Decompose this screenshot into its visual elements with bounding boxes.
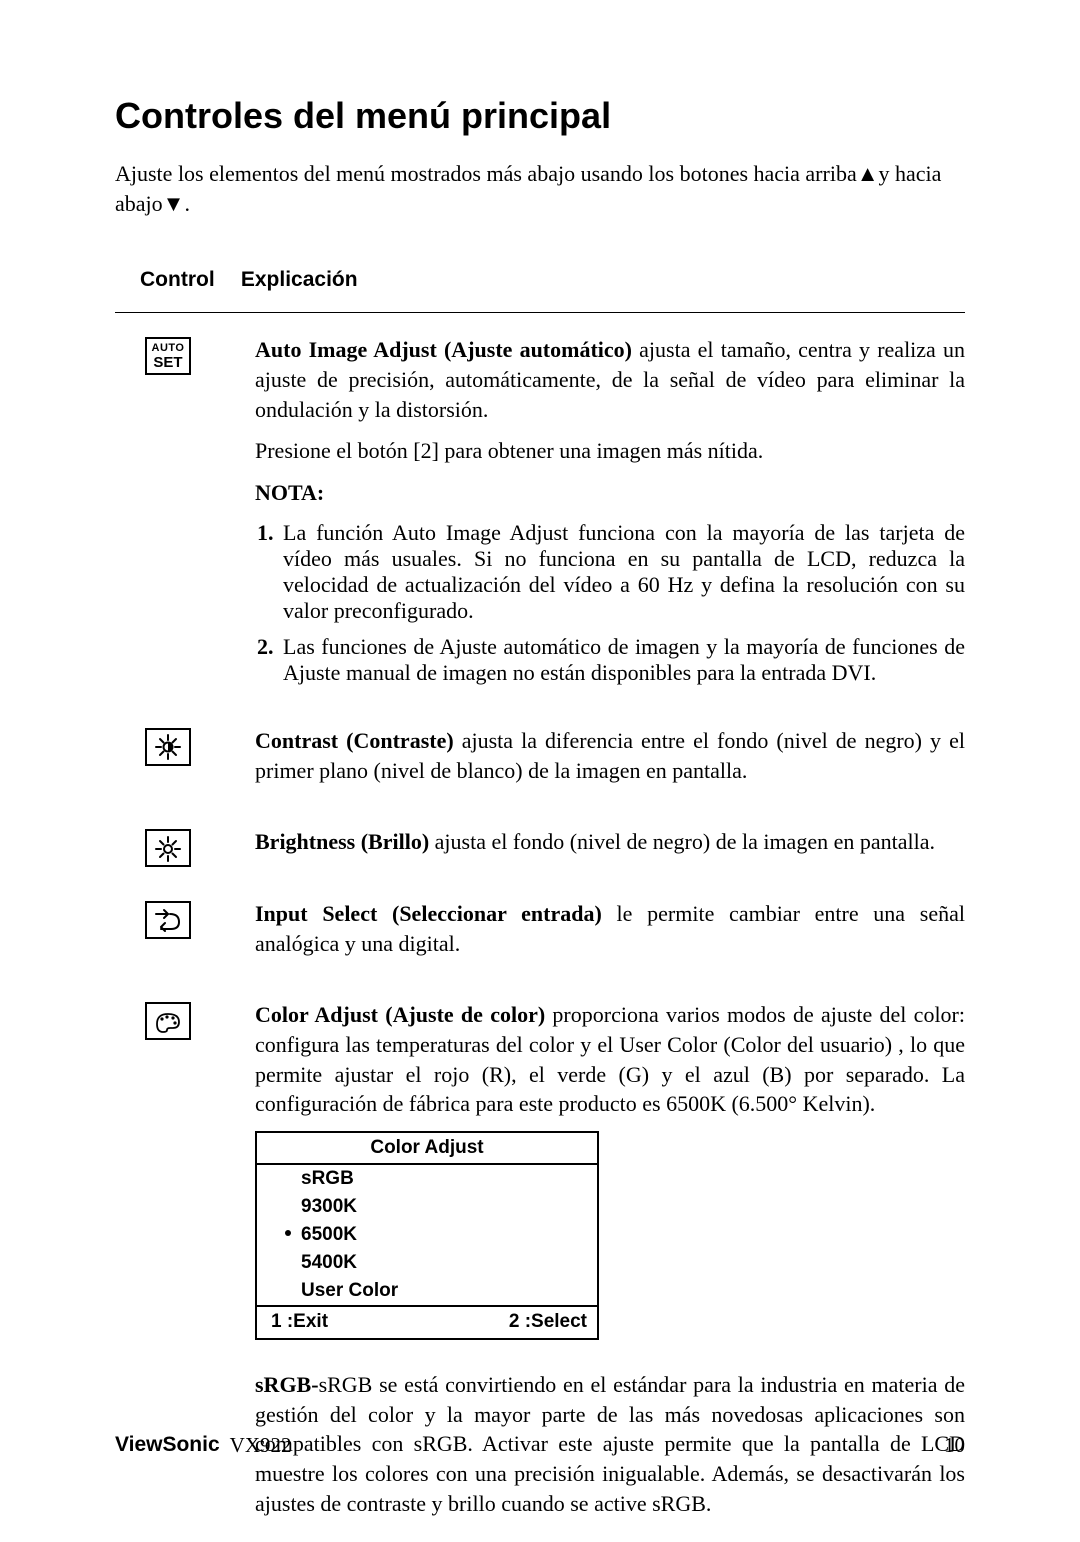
table-header-row: Control Explicación xyxy=(115,268,965,313)
footer-page-number: 10 xyxy=(944,1433,965,1458)
nota-label: NOTA: xyxy=(255,478,965,508)
osd-item-srgb: sRGB xyxy=(257,1165,597,1193)
color-adjust-icon xyxy=(145,1002,191,1040)
input-select-icon xyxy=(145,901,191,939)
osd-title: Color Adjust xyxy=(257,1133,597,1165)
osd-color-adjust-menu: Color Adjust sRGB 9300K 6500K 5400K User… xyxy=(255,1131,599,1340)
osd-item-9300k: 9300K xyxy=(257,1193,597,1221)
row-contrast: Contrast (Contraste) ajusta la diferenci… xyxy=(115,726,965,797)
auto-adjust-description: Auto Image Adjust (Ajuste automático) aj… xyxy=(255,335,965,424)
brightness-icon xyxy=(145,829,191,867)
row-input-select: Input Select (Seleccionar entrada) le pe… xyxy=(115,899,965,970)
row-brightness: Brightness (Brillo) ajusta el fondo (niv… xyxy=(115,827,965,869)
color-adjust-description: Color Adjust (Ajuste de color) proporcio… xyxy=(255,1000,965,1119)
osd-exit-label: 1 :Exit xyxy=(271,1311,509,1333)
page-footer: ViewSonic VX922 10 xyxy=(115,1433,965,1458)
osd-item-5400k: 5400K xyxy=(257,1249,597,1277)
brightness-description: Brightness (Brillo) ajusta el fondo (niv… xyxy=(255,827,965,857)
contrast-icon xyxy=(145,728,191,766)
auto-adjust-press: Presione el botón [2] para obtener una i… xyxy=(255,436,965,466)
header-explanation: Explicación xyxy=(241,268,358,291)
osd-item-6500k: 6500K xyxy=(257,1221,597,1249)
note-1: La función Auto Image Adjust funciona co… xyxy=(279,520,965,624)
osd-item-user-color: User Color xyxy=(257,1277,597,1305)
notes-list: La función Auto Image Adjust funciona co… xyxy=(255,520,965,686)
row-auto-image-adjust: AUTO SET Auto Image Adjust (Ajuste autom… xyxy=(115,335,965,695)
osd-select-label: 2 :Select xyxy=(509,1311,587,1333)
header-control: Control xyxy=(140,268,235,292)
intro-text: Ajuste los elementos del menú mostrados … xyxy=(115,159,965,218)
footer-model: VX922 xyxy=(230,1433,292,1458)
page-title: Controles del menú principal xyxy=(115,95,965,137)
contrast-description: Contrast (Contraste) ajusta la diferenci… xyxy=(255,726,965,785)
osd-footer: 1 :Exit 2 :Select xyxy=(257,1305,597,1338)
auto-set-icon: AUTO SET xyxy=(145,337,191,375)
selected-dot-icon xyxy=(285,1230,291,1236)
arrow-down-icon: ▼ xyxy=(163,189,185,219)
note-2: Las funciones de Ajuste automático de im… xyxy=(279,634,965,686)
footer-brand: ViewSonic xyxy=(115,1433,220,1458)
input-select-description: Input Select (Seleccionar entrada) le pe… xyxy=(255,899,965,958)
arrow-up-icon: ▲ xyxy=(857,159,879,189)
